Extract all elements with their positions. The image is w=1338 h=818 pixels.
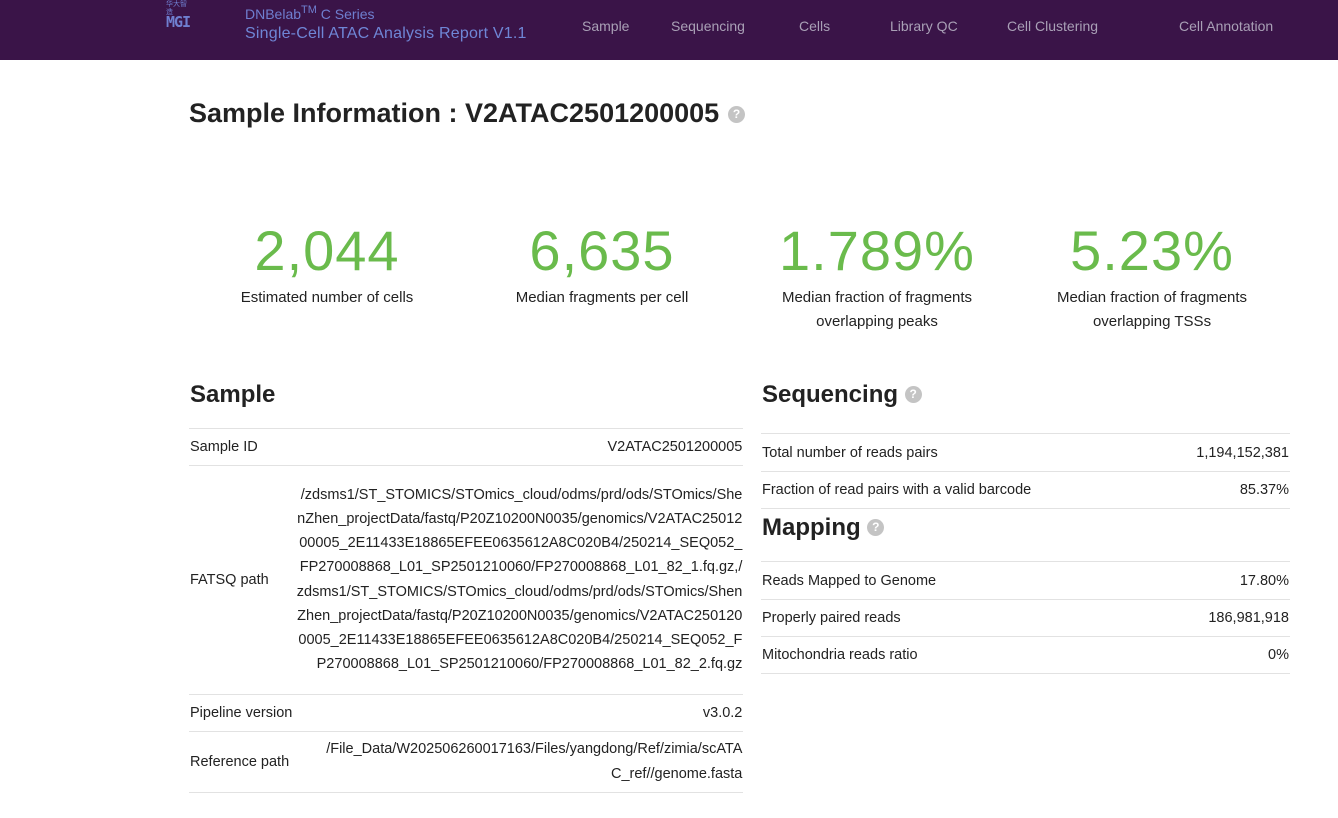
brand-series: DNBelabTM C Series <box>245 4 375 22</box>
metric-label: Estimated number of cells <box>240 289 414 306</box>
nav-cell-clustering[interactable]: Cell Clustering <box>1007 18 1098 34</box>
help-icon[interactable]: ? <box>728 106 745 123</box>
row-key: Reference path <box>189 731 294 793</box>
row-key: Fraction of read pairs with a valid barc… <box>761 471 1154 509</box>
brand-prefix: DNBelab <box>245 6 302 22</box>
nav-library-qc[interactable]: Library QC <box>890 18 958 34</box>
sample-section-title: Sample <box>190 381 276 408</box>
table-row: Properly paired reads 186,981,918 <box>761 599 1290 637</box>
metric-label: Median fragments per cell <box>515 289 689 306</box>
row-value-cell: /File_Data/W202506260017163/Files/yangdo… <box>293 731 744 793</box>
mapping-title-text: Mapping <box>762 514 861 541</box>
metric-value: 1.789% <box>779 219 975 282</box>
sample-table: Sample ID V2ATAC2501200005 FATSQ path /z… <box>189 428 744 793</box>
row-key: Pipeline version <box>189 694 294 732</box>
row-key: Mitochondria reads ratio <box>761 636 1122 674</box>
sequencing-section-title: Sequencing ? <box>762 381 922 409</box>
brand-tm: TM <box>301 4 317 16</box>
mapping-section-title: Mapping ? <box>762 514 885 542</box>
row-value: 17.80% <box>1121 561 1290 600</box>
row-key: Properly paired reads <box>761 599 1122 637</box>
metric-value: 2,044 <box>254 219 400 282</box>
row-value: V2ATAC2501200005 <box>293 428 744 466</box>
nav-cell-annotation[interactable]: Cell Annotation <box>1179 18 1273 34</box>
row-value: 85.37% <box>1153 471 1290 509</box>
row-value: 0% <box>1121 636 1290 674</box>
row-value: 186,981,918 <box>1121 599 1290 637</box>
table-row: Reference path /File_Data/W2025062600171… <box>189 731 744 793</box>
logo-text: MGI <box>166 13 191 31</box>
row-key: Reads Mapped to Genome <box>761 561 1122 600</box>
brand-suffix: C Series <box>316 6 375 22</box>
report-title: Single-Cell ATAC Analysis Report V1.1 <box>245 25 527 42</box>
metric-value: 5.23% <box>1070 219 1234 282</box>
help-icon[interactable]: ? <box>867 519 885 536</box>
metric-value: 6,635 <box>529 219 675 282</box>
metric-median-fragments: 6,635 Median fragments per cell <box>467 220 737 310</box>
metric-fraction-peaks: 1.789% Median fraction of fragments over… <box>742 220 1012 334</box>
metric-label: Median fraction of fragments overlapping… <box>781 289 973 330</box>
table-row: FATSQ path /zdsms1/ST_STOMICS/STOmics_cl… <box>189 465 744 695</box>
page-title: Sample Information : V2ATAC2501200005 <box>189 98 720 128</box>
top-nav-bar: 华大智造 MGI DNBelabTM C Series Single-Cell … <box>0 0 1338 60</box>
table-row: Fraction of read pairs with a valid barc… <box>761 471 1290 509</box>
sequencing-table: Total number of reads pairs 1,194,152,38… <box>761 433 1290 509</box>
nav-sequencing[interactable]: Sequencing <box>671 18 745 34</box>
fastq-path-value: /zdsms1/ST_STOMICS/STOmics_cloud/odms/pr… <box>296 486 743 673</box>
table-row: Pipeline version v3.0.2 <box>189 694 744 732</box>
help-icon[interactable]: ? <box>904 386 922 403</box>
mapping-table: Reads Mapped to Genome 17.80% Properly p… <box>761 561 1290 674</box>
table-row: Sample ID V2ATAC2501200005 <box>189 428 744 466</box>
table-row: Reads Mapped to Genome 17.80% <box>761 561 1290 600</box>
sequencing-title-text: Sequencing <box>762 381 899 408</box>
row-value: 1,194,152,381 <box>1153 433 1290 472</box>
row-value-cell: /zdsms1/ST_STOMICS/STOmics_cloud/odms/pr… <box>293 465 744 695</box>
table-row: Mitochondria reads ratio 0% <box>761 636 1290 674</box>
table-row: Total number of reads pairs 1,194,152,38… <box>761 433 1290 472</box>
nav-cells[interactable]: Cells <box>799 18 830 34</box>
metric-estimated-cells: 2,044 Estimated number of cells <box>192 220 462 310</box>
reference-path-value: /File_Data/W202506260017163/Files/yangdo… <box>326 741 743 782</box>
row-key: Sample ID <box>189 428 294 466</box>
metric-fraction-tss: 5.23% Median fraction of fragments overl… <box>1017 220 1287 334</box>
nav-sample[interactable]: Sample <box>582 18 629 34</box>
row-key: FATSQ path <box>189 465 294 695</box>
mgi-logo: 华大智造 MGI <box>166 0 192 31</box>
row-key: Total number of reads pairs <box>761 433 1154 472</box>
row-value: v3.0.2 <box>293 694 744 732</box>
metric-label: Median fraction of fragments overlapping… <box>1056 289 1248 330</box>
